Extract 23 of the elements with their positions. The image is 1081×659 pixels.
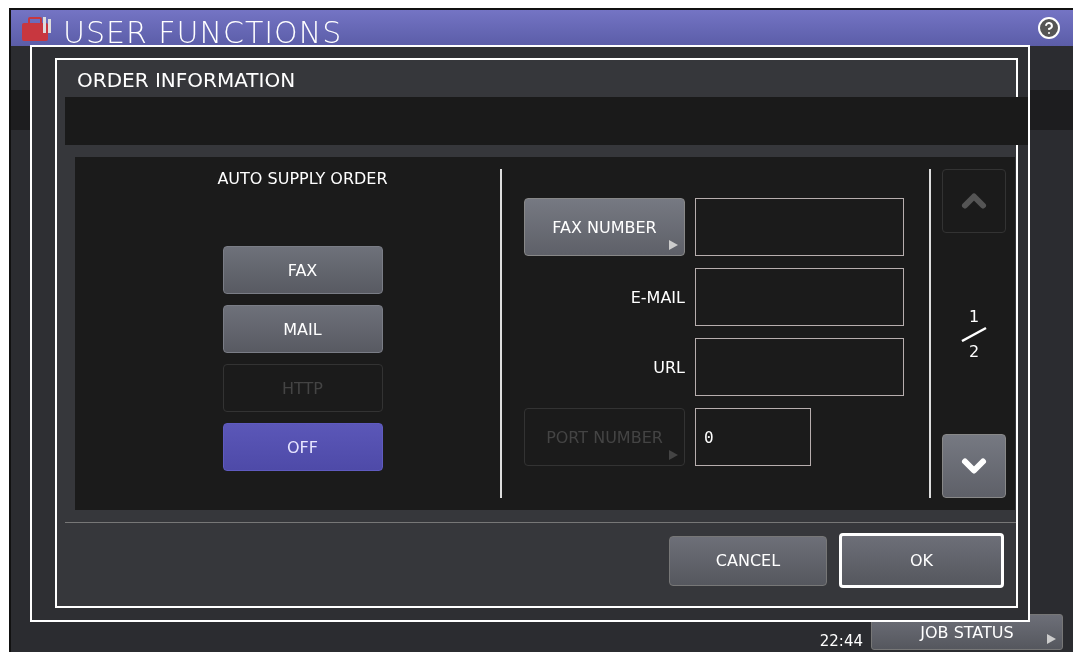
- input-field[interactable]: [695, 198, 904, 256]
- option-button[interactable]: OFF: [222, 423, 383, 471]
- triangle-icon: [669, 240, 678, 250]
- help-icon[interactable]: [1037, 16, 1061, 40]
- slash-icon: [960, 325, 988, 342]
- page-total: 2: [968, 341, 980, 361]
- option-button[interactable]: MAIL: [222, 305, 383, 353]
- page-current: 1: [968, 306, 980, 326]
- page-down-button[interactable]: [942, 434, 1006, 498]
- field-button[interactable]: FAX NUMBER: [524, 198, 685, 256]
- time-text: 22:44: [819, 633, 863, 650]
- section-label: AUTO SUPPLY ORDER: [217, 169, 388, 188]
- screen-title: USER FUNCTIONS: [63, 15, 344, 51]
- input-field[interactable]: [695, 338, 904, 396]
- field-label: E-MAIL: [629, 287, 685, 307]
- field-label: URL: [652, 357, 685, 377]
- option-button[interactable]: FAX: [222, 246, 383, 294]
- dialog-button[interactable]: CANCEL: [669, 535, 827, 586]
- dialog-button[interactable]: OK: [839, 533, 1004, 588]
- triangle-icon: [1047, 634, 1056, 644]
- input-field[interactable]: [695, 268, 904, 326]
- triangle-icon: [669, 450, 678, 460]
- dialog-title: ORDER INFORMATION: [76, 67, 297, 94]
